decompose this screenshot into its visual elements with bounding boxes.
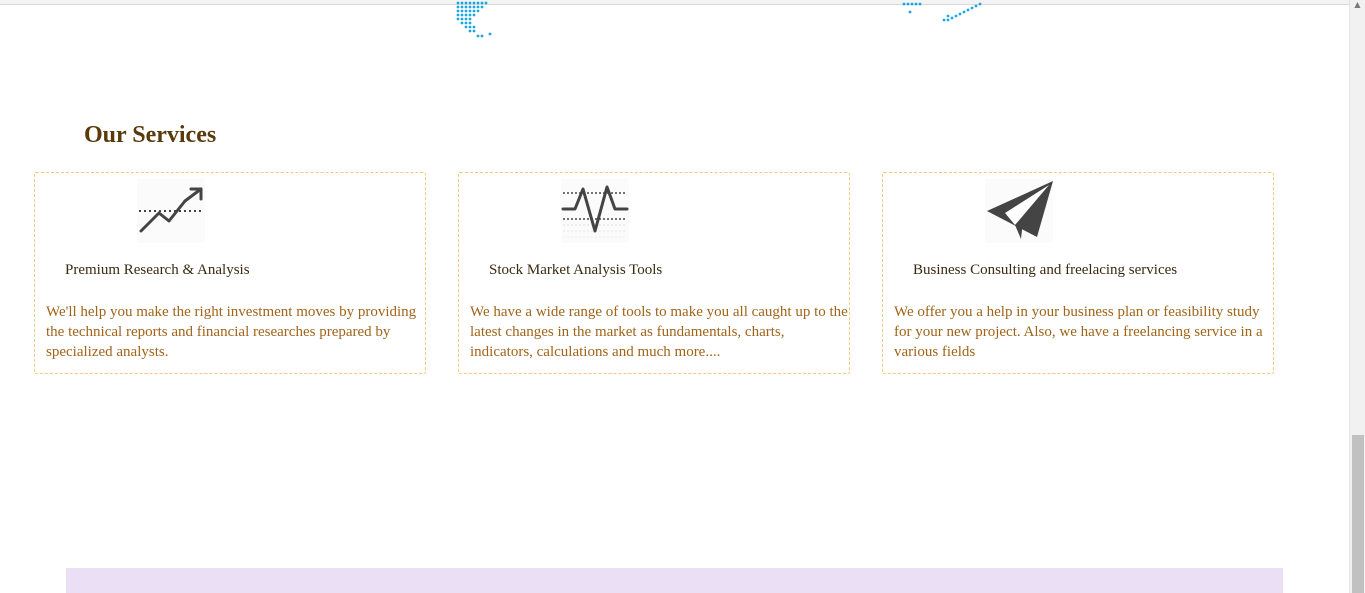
top-divider	[0, 0, 1350, 5]
card-title: Premium Research & Analysis	[65, 262, 250, 278]
card-description: We have a wide range of tools to make yo…	[470, 304, 848, 360]
card-description: We'll help you make the right investment…	[46, 304, 417, 360]
world-map-fragment-right	[902, 2, 982, 22]
section-title: Our Services	[84, 122, 217, 148]
paper-plane-icon	[985, 179, 1053, 243]
footer-band	[66, 568, 1283, 593]
page: Our Services Premium Research & Analysis…	[0, 0, 1365, 593]
world-map-fragment-left	[456, 1, 492, 38]
card-description: We offer you a help in your business pla…	[894, 304, 1263, 360]
heartbeat-chart-icon	[561, 179, 629, 243]
scroll-up-arrow-icon[interactable]: ▲	[1353, 0, 1362, 10]
card-title: Stock Market Analysis Tools	[489, 262, 663, 278]
card-title: Business Consulting and freelacing servi…	[913, 262, 1178, 278]
trend-chart-icon	[137, 179, 205, 243]
service-card-consulting[interactable]: Business Consulting and freelacing servi…	[882, 172, 1274, 374]
vertical-scrollbar[interactable]: ▲	[1349, 0, 1365, 593]
service-card-research[interactable]: Premium Research & Analysis We'll help y…	[34, 172, 426, 374]
scrollbar-thumb[interactable]	[1352, 435, 1364, 593]
service-card-tools[interactable]: Stock Market Analysis Tools We have a wi…	[458, 172, 850, 374]
